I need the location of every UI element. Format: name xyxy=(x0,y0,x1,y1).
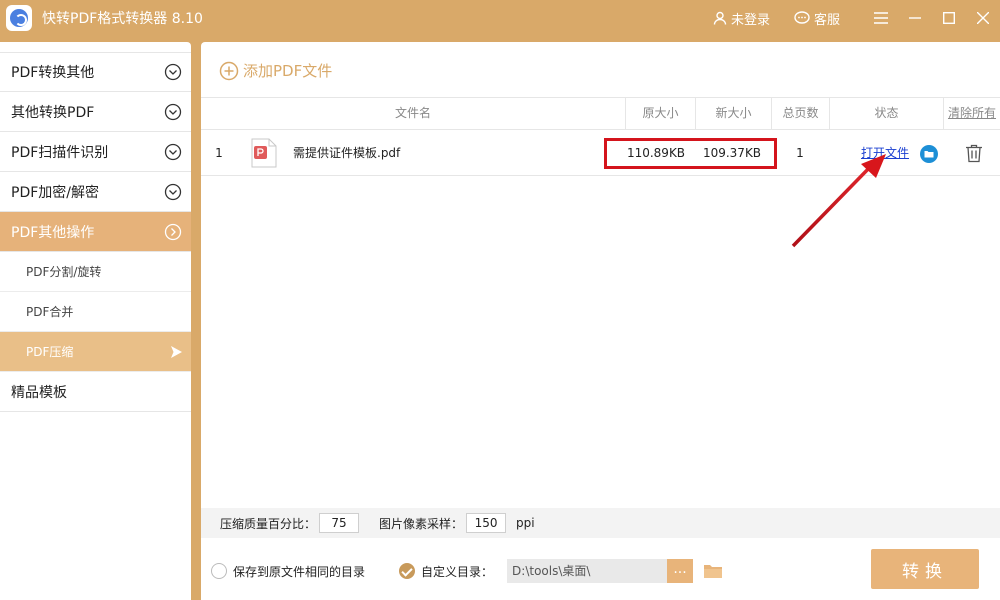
sidebar-subitem-label: PDF压缩 xyxy=(26,345,74,359)
annotation-arrow-icon xyxy=(791,154,886,248)
open-folder-icon[interactable] xyxy=(920,145,938,163)
close-icon xyxy=(977,12,989,24)
login-label: 未登录 xyxy=(730,12,770,28)
column-header-new-size: 新大小 xyxy=(695,98,771,129)
maximize-icon xyxy=(943,12,955,24)
compression-settings-bar: 压缩质量百分比： 75 图片像素采样： 150 ppi xyxy=(201,508,1000,538)
service-button[interactable]: 客服 xyxy=(794,9,840,28)
sidebar-subitem-label: PDF合并 xyxy=(26,305,74,319)
menu-icon xyxy=(874,12,888,24)
maximize-button[interactable] xyxy=(932,0,966,36)
sidebar-item-label: 精品模板 xyxy=(11,384,67,401)
sidebar-item-label: 其他转换PDF xyxy=(11,104,95,121)
sidebar-item-other-ops[interactable]: PDF其他操作 xyxy=(0,212,191,252)
quality-input[interactable]: 75 xyxy=(319,513,360,533)
sidebar-item-other-to-pdf[interactable]: 其他转换PDF xyxy=(0,92,191,132)
sidebar-item-templates[interactable]: 精品模板 xyxy=(0,372,191,412)
save-same-dir-label: 保存到原文件相同的目录 xyxy=(233,564,366,579)
chevron-down-icon xyxy=(164,103,182,120)
size-highlight-box xyxy=(604,138,777,169)
sidebar-item-pdf-to-other[interactable]: PDF转换其他 xyxy=(0,52,191,92)
sidebar-item-encrypt[interactable]: PDF加密/解密 xyxy=(0,172,191,212)
column-header-status: 状态 xyxy=(829,98,943,129)
custom-dir-radio[interactable] xyxy=(399,563,416,579)
add-file-button[interactable]: 添加PDF文件 xyxy=(219,60,332,81)
close-button[interactable] xyxy=(966,0,1000,36)
service-label: 客服 xyxy=(813,12,840,28)
table-header: 文件名 原大小 新大小 总页数 状态 清除所有 xyxy=(201,97,1000,130)
sidebar-item-label: PDF扫描件识别 xyxy=(11,144,109,161)
app-logo-icon xyxy=(6,5,32,31)
sidebar-subitem-split[interactable]: PDF分割/旋转 xyxy=(0,252,191,292)
user-icon xyxy=(713,11,727,25)
browse-dir-button[interactable]: ... xyxy=(667,559,694,583)
column-header-orig-size: 原大小 xyxy=(625,98,695,129)
app-title: 快转PDF格式转换器 8.10 xyxy=(42,11,203,27)
sidebar-item-scan-ocr[interactable]: PDF扫描件识别 xyxy=(0,132,191,172)
sidebar-subitem-compress[interactable]: PDF压缩 xyxy=(0,332,191,372)
pdf-file-icon xyxy=(251,138,277,168)
custom-dir-input[interactable]: D:\tools\桌面\ xyxy=(507,559,668,583)
minimize-icon xyxy=(909,17,921,19)
sidebar-subitem-label: PDF分割/旋转 xyxy=(26,265,102,279)
add-file-label: 添加PDF文件 xyxy=(243,62,333,80)
plus-circle-icon xyxy=(219,61,239,80)
chevron-right-icon xyxy=(164,223,182,240)
sidebar-item-label: PDF加密/解密 xyxy=(11,184,99,201)
title-bar: 快转PDF格式转换器 8.10 未登录 客服 xyxy=(0,0,1000,36)
main-panel: 添加PDF文件 文件名 原大小 新大小 总页数 状态 清除所有 1 需提供证件模… xyxy=(201,42,1000,600)
sampling-unit: ppi xyxy=(516,516,535,530)
clear-all-button[interactable]: 清除所有 xyxy=(943,98,1000,129)
minimize-button[interactable] xyxy=(898,0,932,36)
sidebar: PDF转换其他 其他转换PDF PDF扫描件识别 PDF加密/解密 PDF其他操… xyxy=(0,42,191,600)
chevron-down-icon xyxy=(164,63,182,81)
delete-icon[interactable] xyxy=(965,144,983,163)
sidebar-item-label: PDF其他操作 xyxy=(11,224,95,241)
custom-dir-label: 自定义目录： xyxy=(421,564,494,579)
convert-button[interactable]: 转换 xyxy=(871,549,979,589)
folder-icon[interactable] xyxy=(703,563,723,579)
sampling-input[interactable]: 150 xyxy=(466,513,507,533)
quality-label: 压缩质量百分比： xyxy=(220,516,317,531)
chevron-down-icon xyxy=(164,183,182,200)
chat-icon xyxy=(794,11,810,24)
login-button[interactable]: 未登录 xyxy=(713,9,770,28)
column-header-name: 文件名 xyxy=(394,106,431,120)
chevron-down-icon xyxy=(164,143,182,160)
file-name: 需提供证件模板.pdf xyxy=(293,146,401,160)
row-index: 1 xyxy=(215,146,223,160)
save-same-dir-radio[interactable] xyxy=(211,563,227,579)
sidebar-subitem-merge[interactable]: PDF合并 xyxy=(0,292,191,332)
sampling-label: 图片像素采样： xyxy=(379,516,464,531)
column-header-pages: 总页数 xyxy=(771,98,829,129)
menu-button[interactable] xyxy=(864,0,898,36)
play-arrow-icon xyxy=(171,345,182,358)
sidebar-item-label: PDF转换其他 xyxy=(11,65,95,81)
